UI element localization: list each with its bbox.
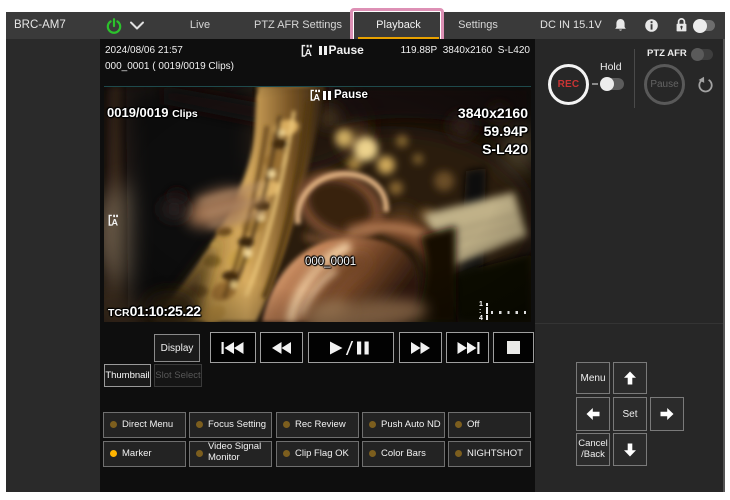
svg-text:A: A <box>111 217 118 226</box>
svg-text:A: A <box>305 48 312 57</box>
svg-text:A: A <box>313 92 320 101</box>
